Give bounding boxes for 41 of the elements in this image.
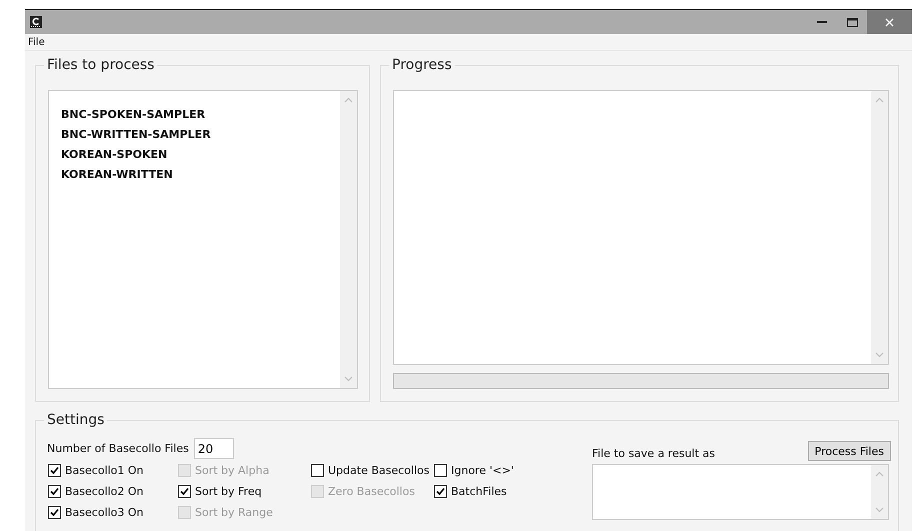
save-file-field[interactable] (592, 464, 889, 520)
scroll-down-icon[interactable] (344, 376, 353, 382)
checkbox-label: Basecollo3 On (65, 506, 144, 519)
checkbox[interactable] (48, 464, 61, 477)
checkbox-label: Zero Basecollos (328, 485, 415, 498)
checkbox[interactable] (48, 485, 61, 498)
checkbox-label: Sort by Alpha (195, 464, 270, 477)
checkbox-label: Sort by Range (195, 506, 273, 519)
checkbox-label: Sort by Freq (195, 485, 262, 498)
menu-item[interactable]: File (25, 36, 48, 48)
scroll-up-icon[interactable] (875, 471, 884, 477)
minimize-icon (817, 20, 827, 24)
scroll-down-icon[interactable] (875, 352, 884, 358)
scroll-up-icon[interactable] (875, 97, 884, 103)
checkbox[interactable] (434, 464, 447, 477)
checkbox[interactable] (311, 464, 324, 477)
list-item[interactable]: KOREAN-WRITTEN (61, 165, 173, 185)
scroll-down-icon[interactable] (875, 507, 884, 513)
checkbox[interactable] (178, 485, 191, 498)
checkbox-label: Ignore '<>' (451, 464, 514, 477)
group-title: Progress (389, 56, 455, 74)
field-label: File to save a result as (592, 447, 716, 460)
app-icon (30, 16, 42, 28)
list-item[interactable]: BNC-WRITTEN-SAMPLER (61, 125, 211, 145)
file-list[interactable]: BNC-SPOKEN-SAMPLER BNC-WRITTEN-SAMPLER KOREAN-SPOKEN KOREAN-WRITTEN (48, 90, 358, 389)
list-item[interactable]: BNC-SPOKEN-SAMPLER (61, 105, 206, 125)
checkbox-label: Basecollo1 On (65, 464, 144, 477)
group-title: Settings (44, 411, 108, 429)
checkbox-label: BatchFiles (451, 485, 507, 498)
checkbox[interactable] (48, 506, 61, 519)
field-label: Number of Basecollo Files (47, 442, 189, 455)
list-item[interactable]: KOREAN-SPOKEN (61, 145, 168, 165)
scroll-up-icon[interactable] (344, 97, 353, 103)
number-field[interactable]: 20 (194, 438, 234, 459)
checkbox-label: Basecollo2 On (65, 485, 144, 498)
maximize-icon (846, 18, 858, 26)
group-title: Files to process (44, 56, 158, 74)
close-icon (885, 18, 894, 26)
checkbox-label: Update Basecollos (328, 464, 430, 477)
process-files-button[interactable]: Process Files (808, 441, 891, 461)
checkbox[interactable] (434, 485, 447, 498)
